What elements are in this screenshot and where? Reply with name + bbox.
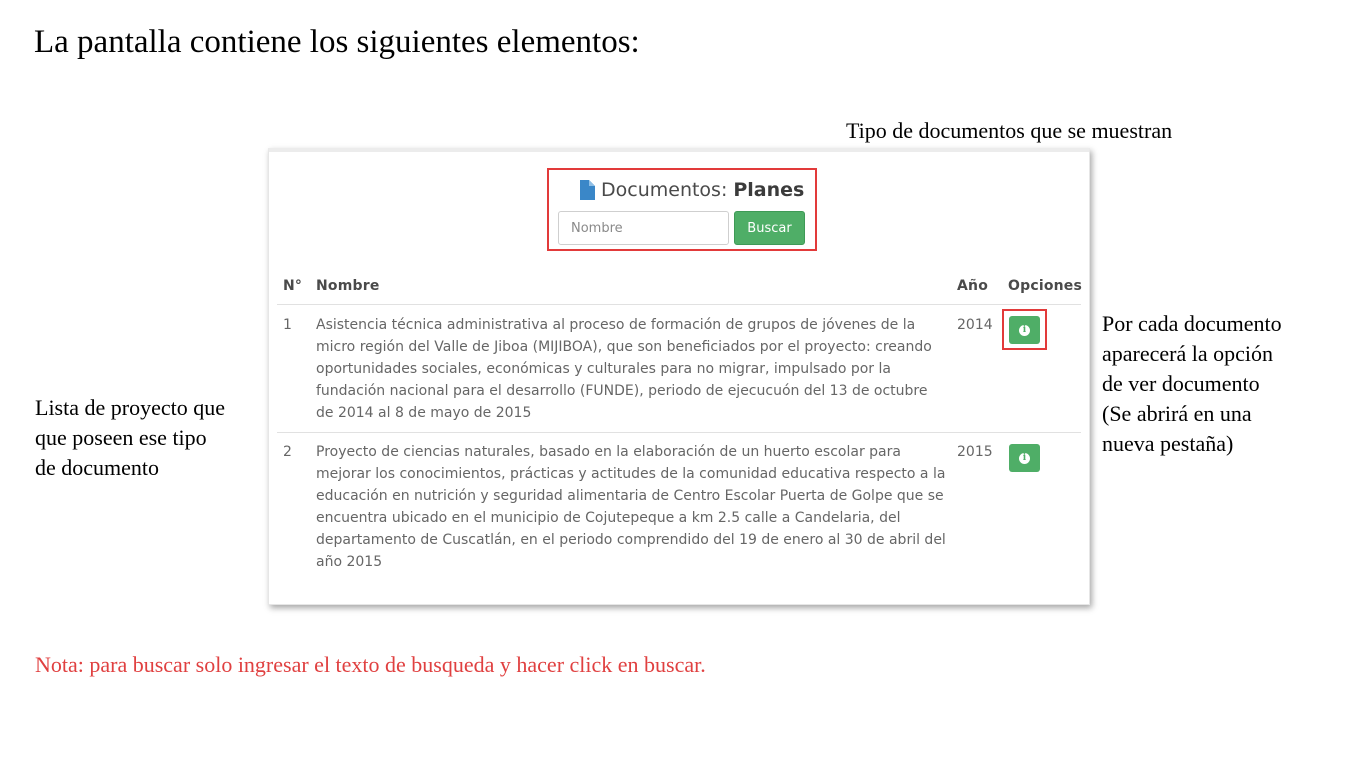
row-number: 2: [283, 444, 292, 460]
view-document-button[interactable]: i: [1009, 316, 1040, 344]
annotation-line: aparecerá la opción: [1102, 341, 1273, 366]
view-document-button[interactable]: i: [1009, 444, 1040, 472]
row-name: Asistencia técnica administrativa al pro…: [316, 317, 932, 421]
table-divider: [277, 304, 1081, 305]
row-number: 1: [283, 317, 292, 333]
search-input[interactable]: [558, 211, 729, 245]
annotation-line: de ver documento: [1102, 371, 1260, 396]
annotation-line: (Se abrirá en una: [1102, 401, 1252, 426]
search-button[interactable]: Buscar: [734, 211, 805, 245]
info-icon: i: [1019, 324, 1030, 336]
annotation-options: Por cada documento aparecerá la opción d…: [1102, 309, 1282, 459]
annotation-line: que poseen ese tipo: [35, 425, 207, 450]
annotation-project-list: Lista de proyecto que que poseen ese tip…: [35, 393, 225, 483]
page-heading: La pantalla contiene los siguientes elem…: [34, 24, 640, 60]
documents-title: Documentos: Planes: [579, 175, 804, 205]
file-icon: [580, 180, 595, 200]
annotation-line: Por cada documento: [1102, 311, 1282, 336]
title-prefix: Documentos:: [601, 179, 728, 201]
column-header-options: Opciones: [1008, 278, 1083, 294]
row-name: Proyecto de ciencias naturales, basado e…: [316, 444, 946, 570]
annotation-line: Lista de proyecto que: [35, 395, 225, 420]
row-year: 2015: [957, 444, 993, 460]
column-header-number: N°: [283, 278, 303, 294]
annotation-line: nueva pestaña): [1102, 431, 1234, 456]
table-divider: [277, 432, 1081, 433]
document-type: Planes: [733, 179, 805, 201]
row-year: 2014: [957, 317, 993, 333]
column-header-year: Año: [957, 278, 989, 294]
annotation-line: de documento: [35, 455, 160, 480]
column-header-name: Nombre: [316, 278, 380, 294]
info-icon: i: [1019, 452, 1030, 464]
annotation-line: Tipo de documentos que se muestran: [846, 118, 1173, 143]
documents-panel-screenshot: Documentos: Planes Buscar N° Nombre Año …: [268, 148, 1090, 605]
footer-note: Nota: para buscar solo ingresar el texto…: [35, 652, 706, 677]
